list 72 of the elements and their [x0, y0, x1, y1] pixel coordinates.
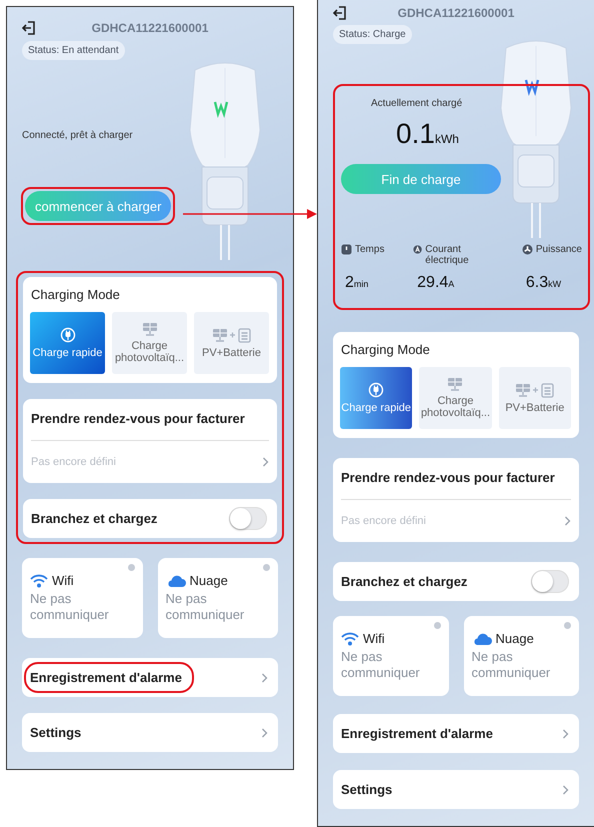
status-pill: Status: Charge	[333, 25, 412, 44]
exit-icon[interactable]	[333, 6, 347, 20]
setting-label: Branchez et chargez	[341, 574, 468, 589]
connection-card[interactable]: Wifi Ne pas communiquer	[22, 558, 142, 638]
connection-card[interactable]: Wifi Ne pas communiquer	[333, 616, 448, 696]
mode-tile[interactable]: Charge photovoltaïq...	[112, 312, 187, 374]
status-dot	[434, 622, 440, 629]
stat-value: 6.3kW	[526, 274, 562, 292]
mode-tile[interactable]: Charge rapide	[340, 367, 412, 429]
chevron-right-icon	[564, 516, 571, 526]
menu-row[interactable]: Settings	[333, 770, 579, 809]
mode-tile[interactable]: Charge rapide	[30, 312, 105, 374]
connection-label: Nuage	[190, 573, 228, 588]
chevron-right-icon	[262, 457, 269, 467]
card-title: Charging Mode	[31, 287, 121, 302]
mode-tile[interactable]: Charge photovoltaïq...	[419, 367, 492, 429]
stat-label: Temps	[355, 244, 384, 255]
mode-tile[interactable]: PV+Batterie	[498, 367, 571, 429]
solar-panel-icon	[140, 322, 158, 336]
chevron-right-icon	[261, 672, 268, 682]
connection-card[interactable]: Nuage Ne pas communiquer	[464, 616, 579, 696]
clock-icon	[341, 244, 352, 255]
solar-battery-icon	[514, 382, 555, 398]
connection-status: Ne pas communiquer	[472, 649, 552, 681]
device-id: GDHCA11221600001	[396, 6, 516, 20]
fan-icon	[522, 244, 533, 255]
menu-label: Enregistrement d'alarme	[24, 662, 194, 693]
toggle-switch[interactable]	[229, 507, 267, 530]
card-title: Charging Mode	[341, 342, 431, 357]
stat-label: Puissance	[536, 244, 582, 255]
ampere-icon	[413, 244, 422, 255]
status-pill: Status: En attendant	[22, 41, 125, 60]
menu-row[interactable]: Enregistrement d'alarme	[333, 714, 579, 753]
menu-label: Settings	[30, 725, 82, 740]
status-dot	[564, 622, 571, 629]
solar-panel-icon	[446, 377, 464, 391]
solar-battery-icon	[212, 327, 252, 343]
cloud-icon	[472, 632, 492, 646]
stat-value: 2min	[345, 274, 370, 292]
exit-icon[interactable]	[22, 21, 36, 35]
menu-row[interactable]: Enregistrement d'alarme	[22, 658, 278, 697]
plug-icon	[368, 382, 384, 398]
status-dot	[263, 564, 270, 571]
energy-label: Actuellement chargé	[371, 98, 464, 109]
status-message: Connecté, prêt à charger	[22, 130, 134, 141]
stat-label: Courant électrique	[425, 244, 470, 266]
wifi-icon	[341, 632, 359, 646]
cloud-icon	[166, 574, 186, 588]
chevron-right-icon	[261, 728, 268, 738]
chevron-right-icon	[562, 728, 569, 738]
wifi-icon	[30, 574, 48, 588]
stat-value: 29.4A	[417, 274, 456, 292]
connection-status: Ne pas communiquer	[166, 591, 246, 623]
menu-label: Enregistrement d'alarme	[341, 726, 493, 741]
menu-label: Settings	[341, 782, 392, 797]
connection-label: Wifi	[52, 573, 74, 588]
card-title: Prendre rendez-vous pour facturer	[341, 470, 571, 500]
device-id: GDHCA11221600001	[90, 21, 210, 35]
setting-label: Branchez et chargez	[31, 511, 158, 526]
toggle-switch[interactable]	[531, 570, 569, 593]
chevron-right-icon	[562, 784, 569, 794]
connection-card[interactable]: Nuage Ne pas communiquer	[158, 558, 278, 638]
connection-status: Ne pas communiquer	[30, 591, 110, 623]
menu-row[interactable]: Settings	[22, 713, 278, 752]
connection-label: Nuage	[496, 631, 534, 646]
connection-status: Ne pas communiquer	[341, 649, 421, 681]
status-dot	[128, 564, 134, 571]
plug-icon	[60, 327, 76, 343]
connection-label: Wifi	[363, 631, 385, 646]
mode-tile[interactable]: PV+Batterie	[194, 312, 269, 374]
card-title: Prendre rendez-vous pour facturer	[31, 411, 269, 441]
energy-value: 0.1kWh	[396, 118, 460, 150]
